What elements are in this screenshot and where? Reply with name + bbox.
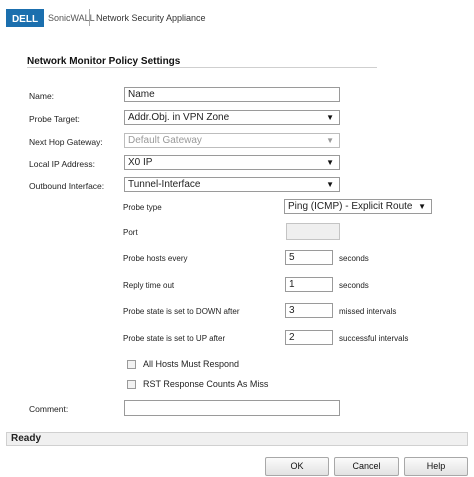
next-hop-gateway-value: Default Gateway [128, 135, 202, 146]
state-up-after-value: 2 [289, 332, 295, 343]
name-field[interactable]: Name [124, 87, 340, 102]
reply-time-out-unit: seconds [339, 281, 369, 290]
outbound-interface-select[interactable]: Tunnel-Interface ▼ [124, 177, 340, 192]
probe-hosts-every-label: Probe hosts every [123, 254, 188, 263]
state-up-after-label: Probe state is set to UP after [123, 334, 226, 343]
reply-time-out-input[interactable]: 1 [285, 277, 333, 292]
comment-label: Comment: [29, 404, 69, 414]
chevron-down-icon: ▼ [326, 113, 334, 122]
chevron-down-icon: ▼ [326, 180, 334, 189]
outbound-interface-value: Tunnel-Interface [128, 179, 201, 190]
comment-input[interactable] [124, 400, 340, 416]
dell-logo: DELL [6, 9, 44, 27]
status-bar: Ready [6, 432, 468, 446]
chevron-down-icon: ▼ [326, 158, 334, 167]
probe-hosts-every-value: 5 [289, 252, 295, 263]
title-divider [27, 67, 377, 68]
port-label: Port [123, 228, 138, 237]
probe-type-value: Ping (ICMP) - Explicit Route [288, 201, 413, 212]
reply-time-out-value: 1 [289, 279, 295, 290]
state-down-after-value: 3 [289, 305, 295, 316]
local-ip-select[interactable]: X0 IP ▼ [124, 155, 340, 170]
probe-target-label: Probe Target: [29, 114, 80, 124]
next-hop-gateway-select[interactable]: Default Gateway ▼ [124, 133, 340, 148]
local-ip-value: X0 IP [128, 157, 153, 168]
state-up-after-input[interactable]: 2 [285, 330, 333, 345]
chevron-down-icon: ▼ [326, 136, 334, 145]
local-ip-label: Local IP Address: [29, 159, 95, 169]
all-hosts-must-respond-checkbox[interactable] [127, 360, 136, 369]
probe-hosts-every-unit: seconds [339, 254, 369, 263]
state-down-after-input[interactable]: 3 [285, 303, 333, 318]
header-divider [89, 9, 90, 26]
probe-target-select[interactable]: Addr.Obj. in VPN Zone ▼ [124, 110, 340, 125]
chevron-down-icon: ▼ [418, 202, 426, 211]
probe-type-label: Probe type [123, 203, 162, 212]
product-subtitle: Network Security Appliance [96, 13, 206, 23]
cancel-button[interactable]: Cancel [334, 457, 399, 476]
help-button[interactable]: Help [404, 457, 468, 476]
status-text: Ready [11, 433, 42, 444]
outbound-interface-label: Outbound Interface: [29, 181, 105, 191]
probe-target-value: Addr.Obj. in VPN Zone [128, 112, 230, 123]
page-title: Network Monitor Policy Settings [27, 56, 181, 67]
state-up-after-unit: successful intervals [339, 334, 409, 343]
brand-name: SonicWALL [48, 13, 95, 23]
next-hop-gateway-label: Next Hop Gateway: [29, 137, 103, 147]
port-input[interactable] [286, 223, 340, 240]
probe-hosts-every-input[interactable]: 5 [285, 250, 333, 265]
state-down-after-label: Probe state is set to DOWN after [123, 307, 240, 316]
reply-time-out-label: Reply time out [123, 281, 175, 290]
all-hosts-must-respond-label: All Hosts Must Respond [143, 359, 240, 369]
rst-response-checkbox[interactable] [127, 380, 136, 389]
state-down-after-unit: missed intervals [339, 307, 397, 316]
ok-button[interactable]: OK [265, 457, 329, 476]
name-label: Name: [29, 91, 55, 101]
rst-response-label: RST Response Counts As Miss [143, 379, 269, 389]
svg-text:DELL: DELL [12, 14, 38, 25]
probe-type-select[interactable]: Ping (ICMP) - Explicit Route ▼ [284, 199, 432, 214]
name-field-value: Name [128, 89, 155, 100]
